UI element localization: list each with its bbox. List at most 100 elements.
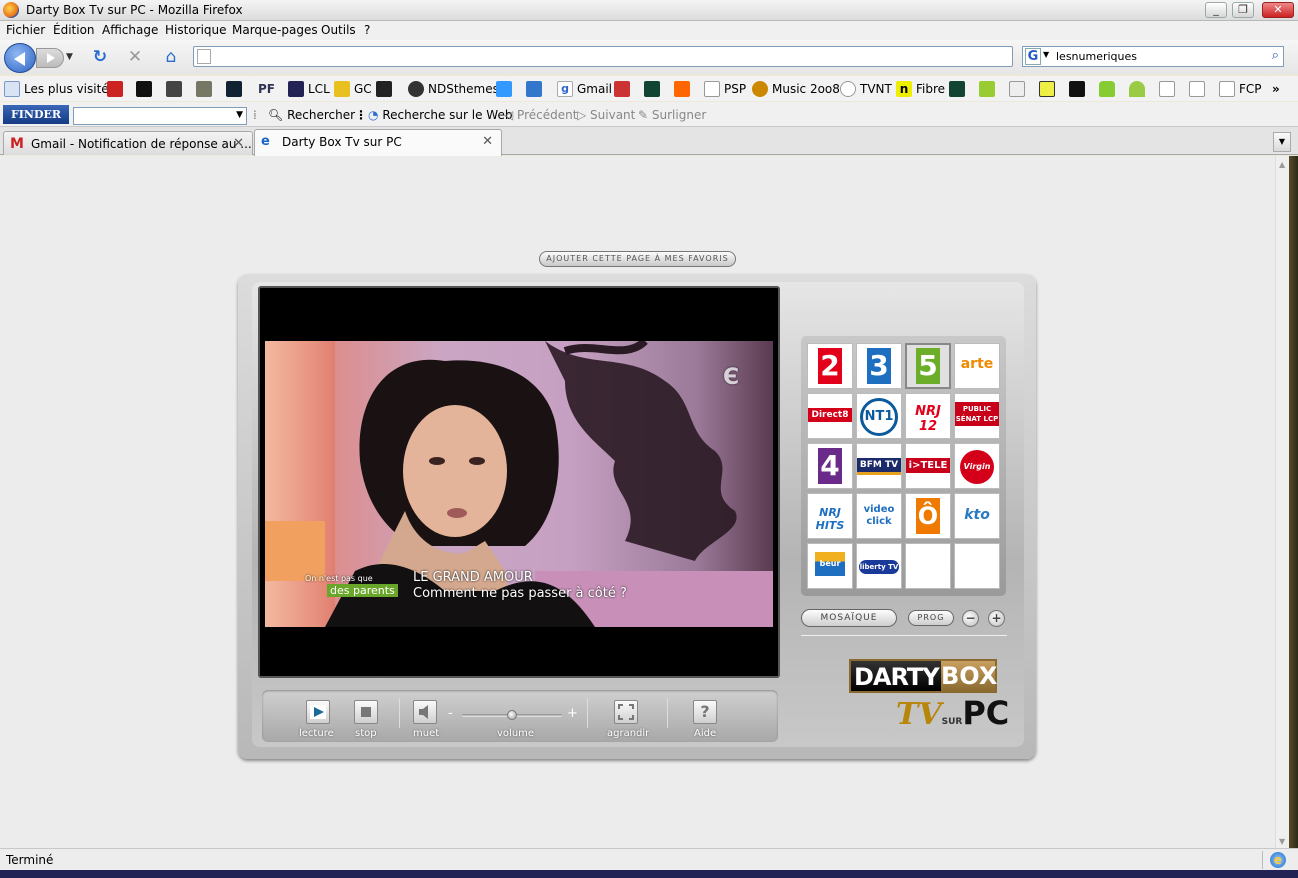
bookmark-android-b[interactable]	[1129, 81, 1149, 97]
maximize-button[interactable]: ❐	[1232, 2, 1254, 18]
url-bar[interactable]: → ▼	[193, 46, 1201, 67]
channel-france3[interactable]: 3	[856, 343, 902, 389]
channel-virgin17[interactable]: Virgin 17	[954, 443, 1000, 489]
volume-plus[interactable]: +	[567, 706, 578, 721]
tab-gmail[interactable]: M Gmail - Notification de réponse au ...…	[3, 131, 253, 155]
menu-fichier[interactable]: Fichier	[6, 23, 45, 37]
bookmark-fibre[interactable]: n Fibre	[896, 81, 945, 97]
channel-france2[interactable]: 2	[807, 343, 853, 389]
channel-beur-tv[interactable]: beur TV	[807, 543, 853, 589]
close-tab-icon[interactable]: ✕	[233, 133, 244, 155]
vertical-scrollbar[interactable]: ▲ ▼	[1275, 156, 1289, 848]
bookmark-page-a[interactable]	[1159, 81, 1179, 97]
reload-icon[interactable]: ↻	[90, 47, 110, 67]
bookmark-most-visited[interactable]: Les plus visités	[4, 81, 115, 97]
bookmark-icon-k[interactable]	[979, 81, 999, 97]
highlight-button[interactable]: ✎ Surligner	[638, 108, 706, 122]
channel-itele[interactable]: i>TELE	[905, 443, 951, 489]
bookmarks-overflow-icon[interactable]: »	[1272, 81, 1280, 97]
menu-outils[interactable]: Outils	[321, 23, 356, 37]
prog-button[interactable]: PROG	[908, 610, 954, 626]
fullscreen-button[interactable]	[614, 700, 638, 724]
channel-kto[interactable]: kto	[954, 493, 1000, 539]
tab-darty-box[interactable]: e Darty Box Tv sur PC ✕	[254, 129, 502, 156]
bookmark-android-a[interactable]	[1099, 81, 1119, 97]
play-button[interactable]	[306, 700, 330, 724]
channel-nt1[interactable]: NT1	[856, 393, 902, 439]
volume-knob[interactable]	[507, 710, 517, 720]
bookmark-pf[interactable]: PF	[258, 81, 275, 97]
finder-options-icon[interactable]: ⋮	[355, 108, 367, 122]
bookmark-icon-g[interactable]	[526, 81, 546, 97]
bookmark-icon-h[interactable]	[614, 81, 634, 97]
bookmark-icon-c[interactable]	[166, 81, 186, 97]
search-icon[interactable]: ⌕	[1272, 48, 1279, 63]
bookmark-fcp[interactable]: FCP	[1219, 81, 1262, 97]
finder-search-button[interactable]: 🔍︎ Rechercher	[268, 108, 355, 122]
scroll-up-icon[interactable]: ▲	[1279, 160, 1285, 169]
web-search-button[interactable]: ◔ Recherche sur le Web	[368, 108, 512, 122]
finder-logo[interactable]: FINDER	[3, 105, 69, 124]
bookmark-gc[interactable]: GC	[334, 81, 372, 97]
channel-nrj12[interactable]: NRJ 12	[905, 393, 951, 439]
menu-marque-pages[interactable]: Marque-pages	[232, 23, 318, 37]
channel-liberty-tv[interactable]: liberty TV	[856, 543, 902, 589]
bookmark-psp[interactable]: PSP	[704, 81, 746, 97]
engine-dropdown-icon[interactable]: ▼	[1043, 50, 1049, 59]
bookmark-icon-l[interactable]	[1009, 81, 1029, 97]
minimize-button[interactable]: _	[1205, 2, 1227, 18]
menu-historique[interactable]: Historique	[165, 23, 227, 37]
channel-public-senat-lcp[interactable]: PUBLIC SÉNAT LCP	[954, 393, 1000, 439]
add-to-favorites-button[interactable]: AJOUTER CETTE PAGE À MES FAVORIS	[539, 251, 736, 267]
bookmark-lcl[interactable]: LCL	[288, 81, 330, 97]
bookmark-icon-e[interactable]	[226, 81, 246, 97]
bookmark-gmail[interactable]: g Gmail	[557, 81, 612, 97]
forward-button[interactable]	[36, 48, 64, 68]
bookmark-icon-n[interactable]	[1069, 81, 1089, 97]
bookmark-icon-f[interactable]	[496, 81, 516, 97]
channel-nrj-hits[interactable]: NRJ HITS	[807, 493, 853, 539]
video-player[interactable]: On n'est pas que des parents LE GRAND AM…	[258, 286, 780, 678]
google-icon[interactable]: G	[1025, 48, 1041, 65]
search-bar[interactable]: G ▼ ⌕	[1022, 46, 1284, 67]
bookmark-tvnt[interactable]: TVNT	[840, 81, 892, 97]
stop-icon[interactable]: ✕	[125, 47, 145, 67]
volume-minus[interactable]: -	[448, 706, 453, 721]
menu-affichage[interactable]: Affichage	[102, 23, 158, 37]
menu-edition[interactable]: Édition	[53, 23, 95, 37]
channel-direct8[interactable]: Direct8	[807, 393, 853, 439]
bookmark-ndsthemes[interactable]: NDSthemes	[408, 81, 499, 97]
next-button[interactable]: ▷ Suivant	[577, 108, 635, 122]
close-tab-icon[interactable]: ✕	[482, 131, 493, 153]
channel-france5[interactable]: 5	[905, 343, 951, 389]
channel-france-o[interactable]: Ô	[905, 493, 951, 539]
tab-list-dropdown-icon[interactable]: ▼	[1273, 132, 1291, 152]
finder-dropdown-icon[interactable]: ▼	[236, 110, 243, 120]
home-icon[interactable]: ⌂	[161, 47, 181, 67]
channel-bfmtv[interactable]: BFM TV	[856, 443, 902, 489]
bookmark-icon-i[interactable]	[644, 81, 664, 97]
channel-arte[interactable]: arte	[954, 343, 1000, 389]
bookmark-icon-b[interactable]	[136, 81, 156, 97]
zoom-out-button[interactable]: −	[962, 610, 979, 627]
bookmark-page-b[interactable]	[1189, 81, 1209, 97]
bookmark-icon-m[interactable]	[1039, 81, 1059, 97]
history-dropdown-icon[interactable]: ▼	[66, 52, 73, 62]
bookmark-music[interactable]: Music 2oo8	[752, 81, 840, 97]
close-button[interactable]: ✕	[1262, 2, 1294, 18]
previous-button[interactable]: ◁ Précédent	[504, 108, 577, 122]
bookmark-icon-d[interactable]	[196, 81, 216, 97]
channel-video-click[interactable]: video click	[856, 493, 902, 539]
bookmark-icon-j[interactable]	[949, 81, 969, 97]
scroll-down-icon[interactable]: ▼	[1279, 837, 1285, 846]
url-input[interactable]	[216, 48, 956, 65]
help-button[interactable]: ?	[693, 700, 717, 724]
mosaique-button[interactable]: MOSAÏQUE	[801, 609, 897, 627]
menu-help[interactable]: ?	[364, 23, 370, 37]
channel-france4[interactable]: 4	[807, 443, 853, 489]
bookmark-blogger[interactable]	[674, 81, 694, 97]
mute-button[interactable]	[413, 700, 437, 724]
finder-search-input[interactable]: ▼	[73, 107, 247, 125]
bookmark-icon-a[interactable]	[107, 81, 127, 97]
stop-button[interactable]	[354, 700, 378, 724]
